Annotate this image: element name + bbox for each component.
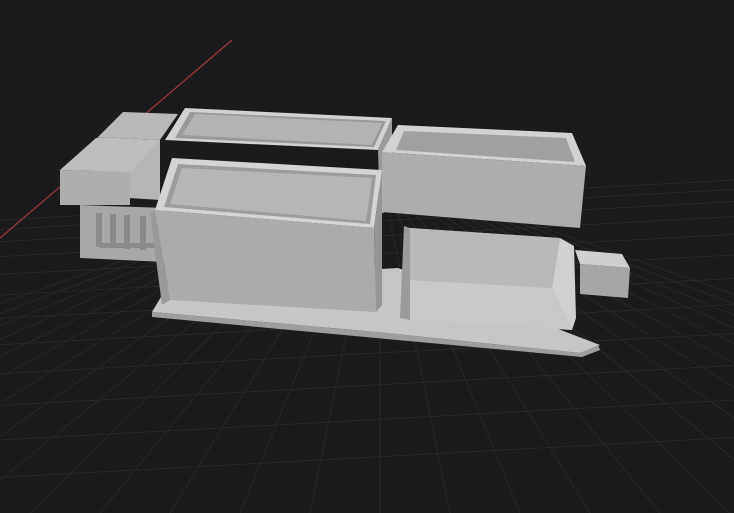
viewport-canvas[interactable] [0,0,734,513]
back-left-bin-top [98,112,178,140]
3d-viewport[interactable] [0,0,734,513]
vent-slot-2 [110,214,116,248]
left-block-front [60,170,130,205]
grid-line [0,365,734,406]
end-box-front [580,264,630,298]
grid-line [0,437,734,478]
grid-line [0,399,734,441]
vent-slot-1 [96,213,102,247]
tray-inner-back [410,228,560,288]
grid-line [0,333,734,374]
vent-bar [100,243,160,248]
